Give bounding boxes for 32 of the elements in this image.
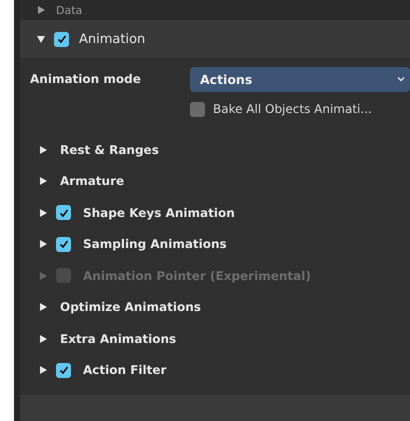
field-label: Animation mode <box>30 72 142 86</box>
disclosure-triangle-icon[interactable] <box>38 365 48 376</box>
disclosure-triangle-icon[interactable] <box>38 334 48 344</box>
disclosure-triangle-icon[interactable] <box>38 239 48 250</box>
subpanel-title[interactable]: Extra Animations <box>60 332 176 346</box>
disclosure-triangle-icon[interactable] <box>36 34 46 44</box>
subpanel-title[interactable]: Armature <box>60 174 124 188</box>
subpanel-title[interactable]: Optimize Animations <box>60 300 201 314</box>
disclosure-triangle-icon[interactable] <box>38 176 48 186</box>
checkbox[interactable] <box>54 32 69 46</box>
subpanel-title[interactable]: Rest & Ranges <box>60 142 159 157</box>
checkbox-label[interactable]: Bake All Objects Animati... <box>213 102 372 116</box>
disclosure-triangle-icon[interactable] <box>36 5 46 15</box>
checkbox[interactable] <box>56 236 71 252</box>
disclosure-triangle-icon[interactable] <box>38 302 48 312</box>
subpanel-title[interactable]: Shape Keys Animation <box>83 206 235 220</box>
subpanel-title[interactable]: Action Filter <box>83 363 166 378</box>
disclosure-triangle-icon[interactable] <box>38 144 48 155</box>
checkbox[interactable] <box>190 102 205 116</box>
checkmark-icon <box>58 364 70 376</box>
checkmark-icon <box>56 33 68 45</box>
checkbox[interactable] <box>56 362 71 378</box>
checkmark-icon <box>58 206 70 219</box>
checkmark-icon <box>58 238 70 250</box>
subpanel-title[interactable]: Sampling Animations <box>83 237 227 252</box>
checkbox[interactable] <box>56 205 71 220</box>
panel-header[interactable]: Animation <box>20 20 410 58</box>
panel-title: Animation <box>79 32 146 46</box>
animation-mode-dropdown[interactable]: Actions <box>190 66 410 92</box>
chevron-down-icon <box>396 74 406 84</box>
disclosure-triangle-icon[interactable] <box>38 208 48 218</box>
panel-title[interactable]: Data <box>56 4 82 16</box>
